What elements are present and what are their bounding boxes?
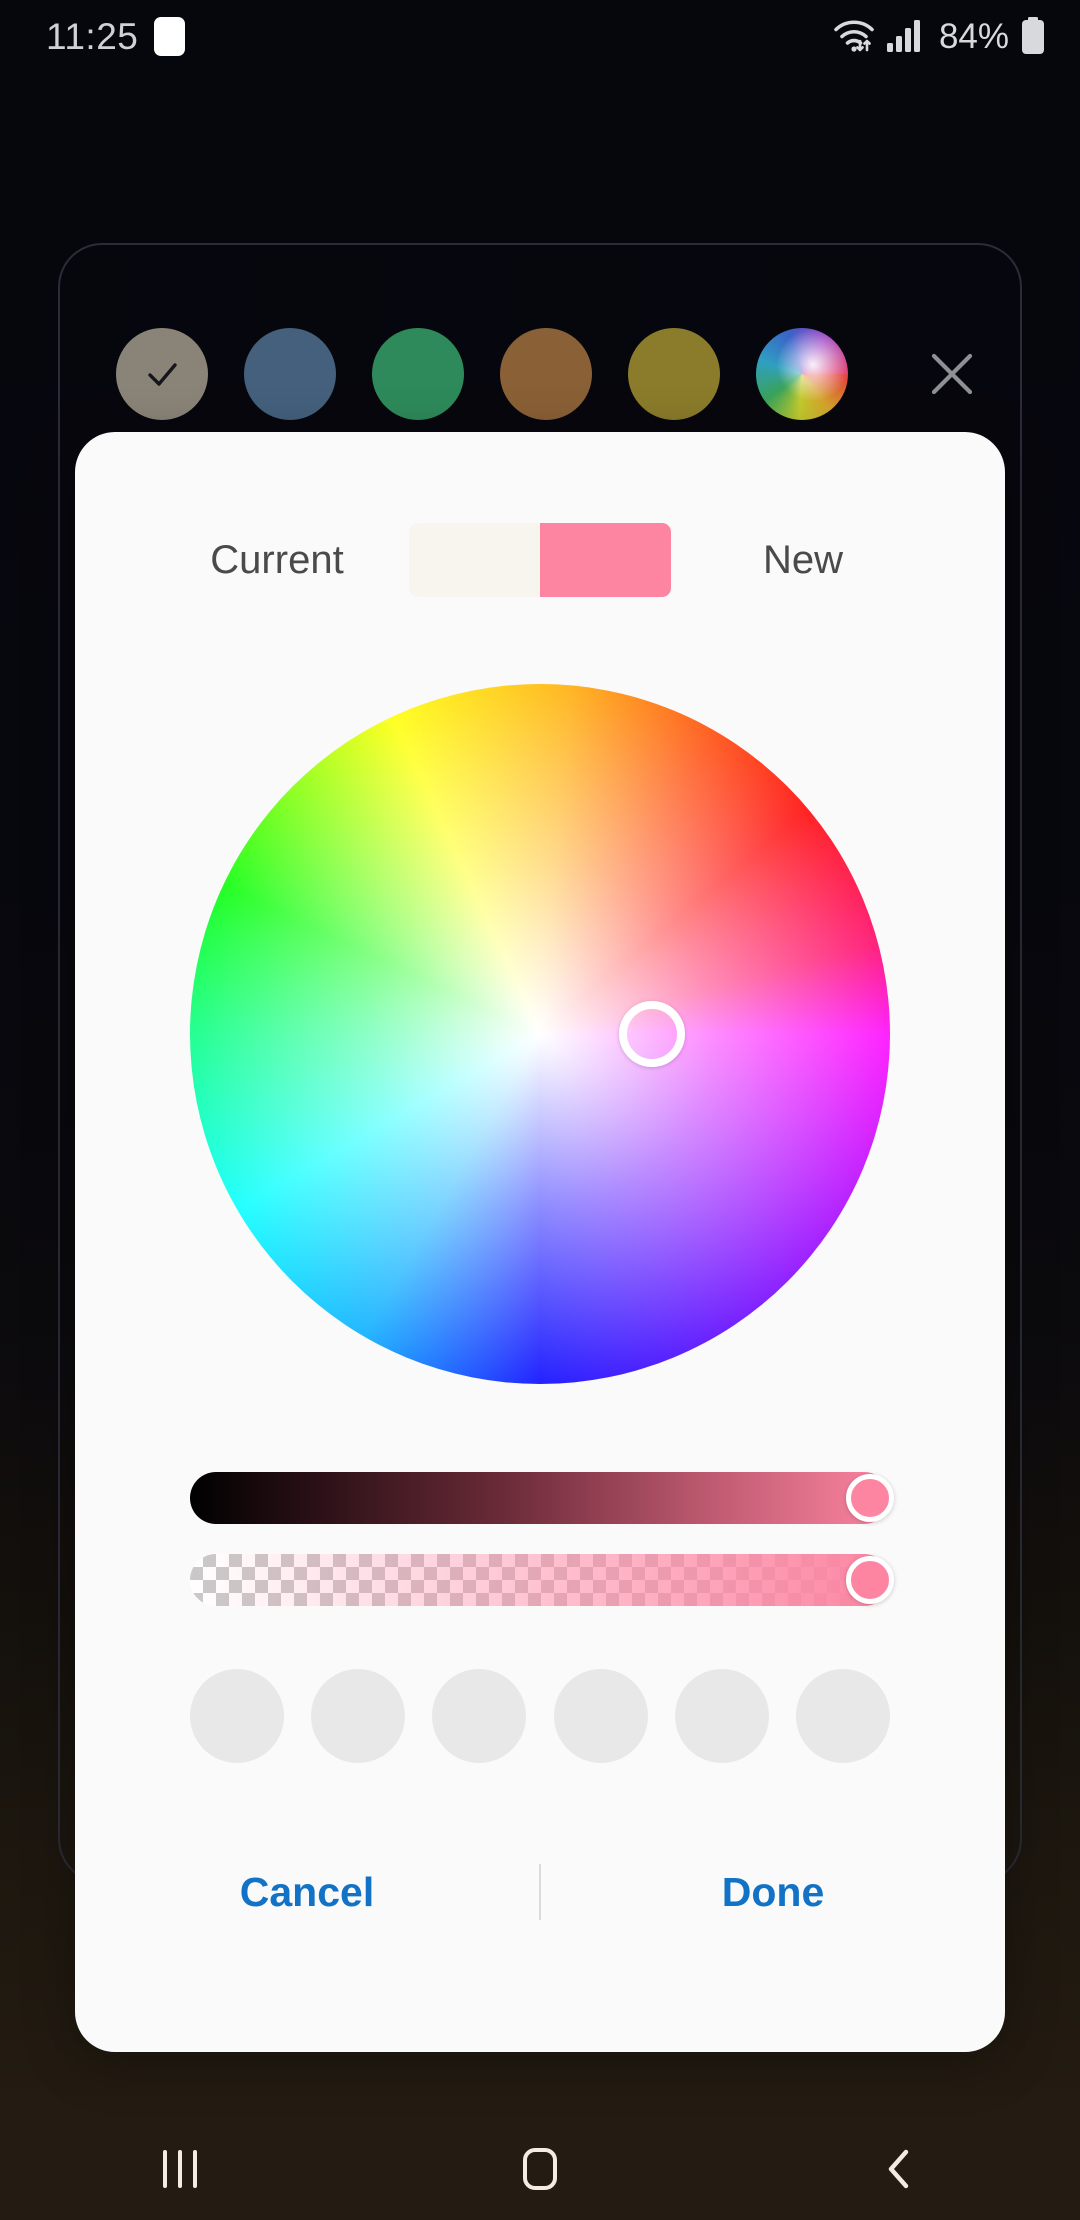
done-button[interactable]: Done [541,1871,1005,1913]
status-bar-right: 84% [833,17,1046,55]
cellular-signal-icon [886,19,924,53]
background-color-swatch-row [58,326,1022,422]
color-wheel-cursor[interactable] [619,1001,685,1067]
swatch-slate-blue[interactable] [244,328,336,420]
home-button[interactable] [470,2118,610,2220]
recent-colors-row [190,1668,890,1764]
current-color-chip[interactable] [409,523,540,597]
back-icon [888,2149,909,2189]
cancel-button[interactable]: Cancel [75,1871,539,1913]
color-picker-dialog: Current New Cancel Done [75,432,1005,2052]
wifi-icon [833,18,875,54]
close-icon[interactable] [912,334,992,414]
recent-slot-1[interactable] [190,1669,284,1763]
recent-slot-5[interactable] [674,1669,769,1763]
color-wheel-container [75,664,1005,1404]
recents-button[interactable] [110,2118,250,2220]
swatch-olive[interactable] [628,328,720,420]
recent-slot-3[interactable] [432,1669,527,1763]
recent-slot-4[interactable] [553,1669,648,1763]
recent-slot-6[interactable] [795,1669,890,1763]
opacity-slider[interactable] [190,1554,894,1606]
opacity-slider-track [190,1554,890,1606]
new-color-label: New [762,538,844,582]
check-icon [148,363,177,386]
system-navigation-bar [0,2118,1080,2220]
brightness-slider[interactable] [190,1472,894,1524]
swatch-selected-beige[interactable] [116,328,208,420]
opacity-slider-thumb[interactable] [846,1556,894,1604]
battery-percent-label: 84% [938,16,1009,56]
brightness-slider-track [190,1472,890,1524]
status-bar-left: 11:25 [46,15,186,57]
recents-icon [163,2150,197,2188]
status-bar-clock: 11:25 [46,15,139,57]
swatch-green[interactable] [372,328,464,420]
swatch-brown[interactable] [500,328,592,420]
swatch-custom-rainbow[interactable] [756,328,848,420]
phone-screen: 11:25 84% Current New Cancel Done [0,0,1080,2220]
new-color-chip[interactable] [540,523,671,597]
home-icon [523,2148,557,2190]
color-compare-chip[interactable] [409,523,671,597]
dialog-footer: Cancel Done [75,1832,1005,1952]
color-compare-row: Current New [75,512,1005,608]
brightness-slider-thumb[interactable] [846,1474,894,1522]
notification-chip-icon [154,16,186,56]
battery-icon [1020,17,1046,55]
hue-saturation-color-wheel[interactable] [190,684,890,1384]
recent-slot-2[interactable] [311,1669,406,1763]
back-button[interactable] [830,2118,970,2220]
current-color-label: Current [210,538,344,582]
status-bar: 11:25 84% [0,0,1080,72]
